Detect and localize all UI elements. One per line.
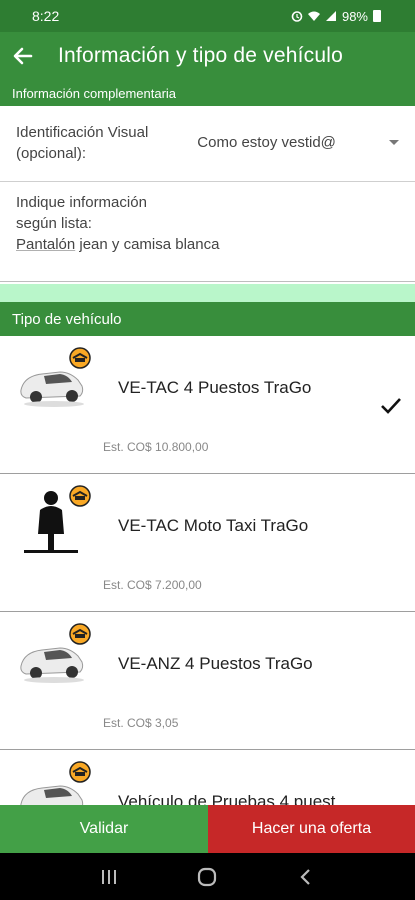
recent-apps-icon	[102, 869, 117, 884]
car-icon	[20, 347, 91, 407]
vehicle-name: VE-TAC 4 Puestos TraGo	[118, 378, 312, 397]
car-icon	[20, 623, 91, 683]
checkmark-icon	[381, 398, 401, 414]
validar-button[interactable]: Validar	[0, 805, 208, 853]
vehicle-price: Est. CO$ 10.800,00	[103, 440, 209, 454]
visual-id-selected: Como estoy vestid@	[197, 134, 336, 151]
motorcycle-icon	[24, 485, 91, 553]
alarm-icon	[291, 11, 303, 22]
status-indicators: 98%	[291, 9, 381, 24]
vehicle-price: Est. CO$ 3,05	[103, 716, 179, 730]
battery-icon	[373, 10, 381, 22]
section-header-vehicle: Tipo de vehículo	[0, 302, 415, 336]
status-time: 8:22	[32, 8, 60, 24]
divider-strip	[0, 284, 415, 302]
app-bar: Información y tipo de vehículo	[0, 32, 415, 80]
info-text-field[interactable]: Indique información según lista: Pantaló…	[0, 182, 415, 282]
vehicle-item[interactable]: VE-ANZ 4 Puestos TraGo Est. CO$ 3,05	[0, 612, 415, 750]
visual-id-dropdown[interactable]: Como estoy vestid@	[197, 134, 399, 181]
battery-percent: 98%	[341, 8, 368, 24]
recent-apps-button[interactable]	[89, 857, 129, 897]
car-icon	[20, 761, 91, 805]
vehicle-item[interactable]: VE-TAC Moto Taxi TraGo Est. CO$ 7.200,00	[0, 474, 415, 612]
vehicle-name: VE-TAC Moto Taxi TraGo	[118, 516, 309, 535]
home-button[interactable]	[187, 857, 227, 897]
back-nav-button[interactable]	[286, 857, 326, 897]
info-value-rest: jean y camisa blanca	[75, 236, 220, 253]
info-field-value[interactable]: Pantalón jean y camisa blanca	[16, 236, 399, 253]
vehicle-list[interactable]: VE-TAC 4 Puestos TraGo Est. CO$ 10.800,0…	[0, 336, 415, 805]
back-button[interactable]	[0, 32, 46, 80]
info-field-label: Indique información según lista:	[16, 194, 147, 232]
section-header-info: Información complementaria	[0, 80, 415, 106]
visual-id-label: Identificación Visual (opcional):	[16, 124, 149, 162]
vehicle-item[interactable]: VE-TAC 4 Puestos TraGo Est. CO$ 10.800,0…	[0, 336, 415, 474]
home-icon	[198, 867, 217, 886]
vehicle-item[interactable]: Vehículo de Pruebas 4 puest	[0, 750, 415, 805]
chevron-down-icon	[389, 140, 399, 145]
vehicle-name: VE-ANZ 4 Puestos TraGo	[118, 654, 313, 673]
chevron-left-icon	[300, 868, 310, 885]
arrow-left-icon	[13, 47, 33, 65]
vehicle-name: Vehículo de Pruebas 4 puest	[118, 792, 336, 805]
status-bar: 8:22 98%	[0, 0, 415, 32]
system-nav-bar	[0, 853, 415, 900]
page-title: Información y tipo de vehículo	[58, 44, 343, 67]
status-icons	[291, 10, 337, 22]
visual-id-row: Identificación Visual (opcional): Como e…	[0, 106, 415, 182]
info-value-first-word: Pantalón	[16, 236, 76, 253]
signal-icon	[325, 11, 336, 21]
vehicle-price: Est. CO$ 7.200,00	[103, 578, 202, 592]
make-offer-button[interactable]: Hacer una oferta	[208, 805, 415, 853]
bottom-action-bar: Validar Hacer una oferta	[0, 805, 415, 853]
wifi-icon	[307, 11, 320, 21]
